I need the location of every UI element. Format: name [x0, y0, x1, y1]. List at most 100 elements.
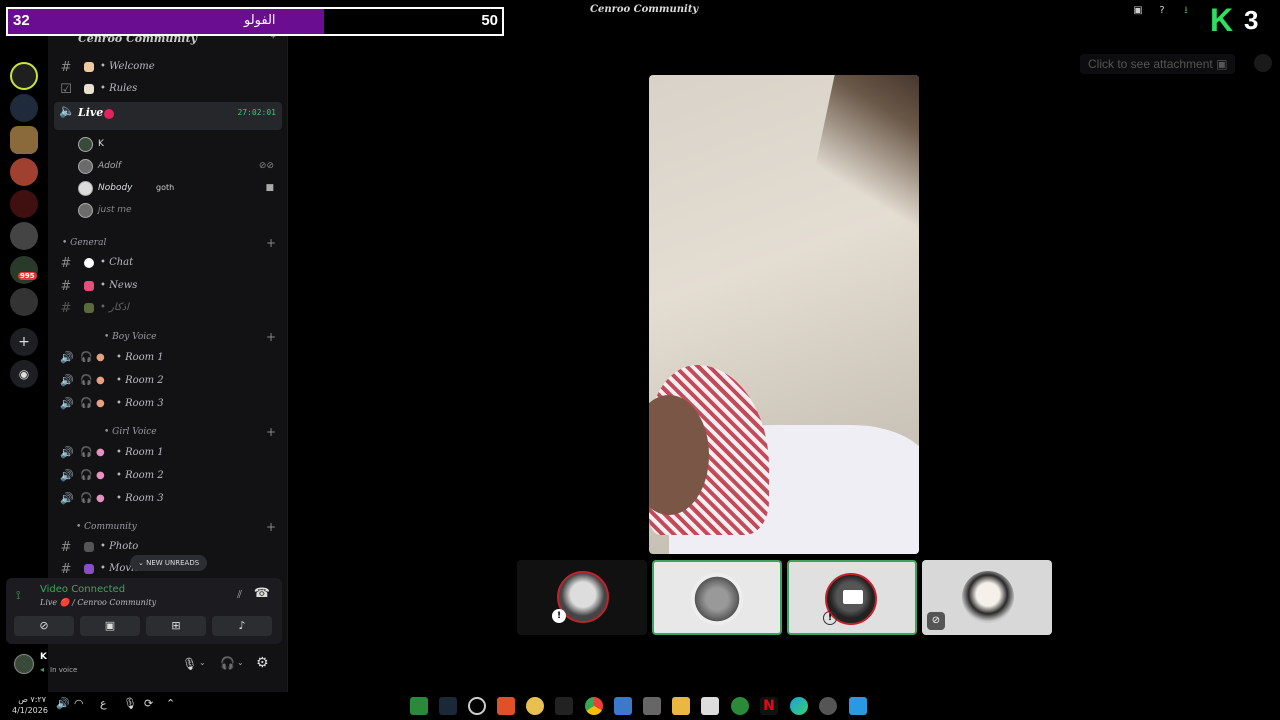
xbox-app-icon[interactable]: [410, 697, 428, 715]
settings-icon[interactable]: [819, 697, 837, 715]
soundboard-button[interactable]: ♪: [212, 616, 272, 636]
voice-channel-live[interactable]: 🔈 Live 27:02:01: [54, 102, 282, 130]
voice-room-boy-2[interactable]: 🔊 🎧 ● • Room 2: [54, 371, 282, 391]
mute-indicator-icon: !: [552, 609, 566, 623]
headphones-icon[interactable]: 🎧: [220, 656, 235, 670]
noise-suppression-icon[interactable]: ⫽: [237, 588, 242, 602]
voice-room-boy-3[interactable]: 🔊 🎧 ● • Room 3: [54, 394, 282, 414]
netflix-icon[interactable]: N: [760, 697, 778, 715]
voice-room-girl-2[interactable]: 🔊 🎧 ● • Room 2: [54, 466, 282, 486]
app-icon[interactable]: [555, 697, 573, 715]
chrome-icon[interactable]: [585, 697, 603, 715]
settings-gear-icon[interactable]: ⚙: [256, 655, 269, 671]
channel-rules[interactable]: ☑ • Rules: [54, 80, 282, 100]
voice-user[interactable]: Nobody goth ■: [78, 180, 278, 198]
voice-room-boy-1[interactable]: 🔊 🎧 ● • Room 1: [54, 348, 282, 368]
voice-room-girl-1[interactable]: 🔊 🎧 ● • Room 1: [54, 443, 282, 463]
server-icon-anime[interactable]: [10, 158, 38, 186]
server-icon-cfm[interactable]: [10, 288, 38, 316]
follower-progress-fill: [8, 9, 325, 34]
taskbar-clock[interactable]: ٧:٢٧ ص 4/1/2026: [12, 694, 48, 716]
category-label: • Community: [76, 522, 137, 532]
channel-welcome[interactable]: # • Welcome: [54, 58, 282, 78]
store-icon[interactable]: [701, 697, 719, 715]
main-video-stream[interactable]: [649, 75, 919, 554]
girl-icon: ●: [96, 447, 105, 458]
server-icon-c[interactable]: [10, 62, 38, 90]
muted-deafened-icon: ⊘⊘: [258, 161, 274, 171]
volume-icon[interactable]: 🔊: [56, 697, 70, 710]
download-icon[interactable]: ⭳: [1179, 4, 1193, 18]
activities-button[interactable]: ⊞: [146, 616, 206, 636]
follower-goal-bar: 32 الفولو 50: [6, 7, 504, 36]
channel-label: • اذكار: [100, 302, 129, 313]
participant-tile[interactable]: !: [517, 560, 647, 635]
channel-dhikr[interactable]: # • اذكار: [54, 299, 282, 319]
avatar: [78, 181, 93, 196]
photos-icon[interactable]: [614, 697, 632, 715]
camera-icon: [843, 590, 863, 604]
avatar[interactable]: [14, 654, 34, 674]
voice-user[interactable]: just me: [78, 202, 278, 220]
attachment-hint[interactable]: Click to see attachment ▣: [1080, 54, 1236, 74]
avatar: [78, 137, 93, 152]
new-unreads-pill[interactable]: ⌄ NEW UNREADS: [130, 555, 208, 571]
participant-tile[interactable]: ⊘: [922, 560, 1052, 635]
add-channel-icon[interactable]: +: [266, 330, 276, 344]
start-icon[interactable]: [849, 697, 867, 715]
category-general[interactable]: • General +: [56, 236, 284, 252]
video-person: [649, 365, 919, 554]
discover-icon[interactable]: ◉: [10, 360, 38, 388]
voice-user[interactable]: K: [78, 136, 278, 154]
voice-indicator-icon: ◂: [40, 665, 45, 674]
mic-tray-icon[interactable]: 🎙: [123, 697, 137, 710]
help-icon[interactable]: ?: [1155, 4, 1169, 18]
add-channel-icon[interactable]: +: [266, 520, 276, 534]
screen-share-button[interactable]: ▣: [80, 616, 140, 636]
avatar: [78, 159, 93, 174]
app-icon[interactable]: [643, 697, 661, 715]
participant-tile[interactable]: [652, 560, 782, 635]
camera-off-button[interactable]: ⊘: [14, 616, 74, 636]
brave-icon[interactable]: [497, 697, 515, 715]
category-girl-voice[interactable]: • Girl Voice +: [56, 425, 284, 441]
user-status: In voice: [50, 666, 78, 674]
wifi-icon[interactable]: ◠: [74, 697, 84, 710]
channel-news[interactable]: # • News: [54, 277, 282, 297]
edge-icon[interactable]: [790, 697, 808, 715]
category-community[interactable]: • Community +: [56, 520, 284, 536]
server-icon-minecraft[interactable]: [10, 126, 38, 154]
sync-icon[interactable]: ⟳: [144, 697, 153, 710]
server-icon-cenroo[interactable]: [10, 94, 38, 122]
obs-icon[interactable]: [468, 697, 486, 715]
inbox-icon[interactable]: ▣: [1131, 4, 1145, 18]
text-channel-icon: #: [60, 279, 72, 294]
server-icon-red[interactable]: [10, 190, 38, 218]
category-boy-voice[interactable]: • Boy Voice +: [56, 330, 284, 346]
add-server-icon[interactable]: +: [10, 328, 38, 356]
add-channel-icon[interactable]: +: [266, 236, 276, 250]
server-icon-grey[interactable]: [10, 222, 38, 250]
microphone-icon[interactable]: 🎙: [182, 657, 197, 671]
chevron-down-icon[interactable]: ⌄: [199, 658, 206, 667]
add-channel-icon[interactable]: +: [266, 425, 276, 439]
steam-icon[interactable]: [439, 697, 457, 715]
language-indicator[interactable]: ع: [100, 697, 107, 710]
xbox-icon[interactable]: [731, 697, 749, 715]
disconnect-icon[interactable]: ☎: [254, 586, 270, 601]
speaker-icon: 🔈: [59, 104, 76, 119]
file-explorer-icon[interactable]: [672, 697, 690, 715]
channel-chat[interactable]: # • Chat: [54, 254, 282, 274]
chevron-up-icon[interactable]: ⌃: [166, 697, 175, 710]
voice-room-girl-3[interactable]: 🔊 🎧 ● • Room 3: [54, 489, 282, 509]
channel-label: • Room 1: [116, 352, 164, 363]
chevron-down-icon[interactable]: ⌄: [237, 658, 244, 667]
participant-tile[interactable]: !: [787, 560, 917, 635]
channel-label: • Room 2: [116, 470, 164, 481]
app-icon[interactable]: [526, 697, 544, 715]
voice-user[interactable]: Adolf ⊘⊘: [78, 158, 278, 176]
video-ceiling-shadow: [801, 75, 919, 256]
server-icon-folder[interactable]: 995: [10, 256, 38, 284]
text-channel-icon: #: [60, 256, 72, 271]
clock-time: ٧:٢٧ ص: [18, 695, 46, 704]
